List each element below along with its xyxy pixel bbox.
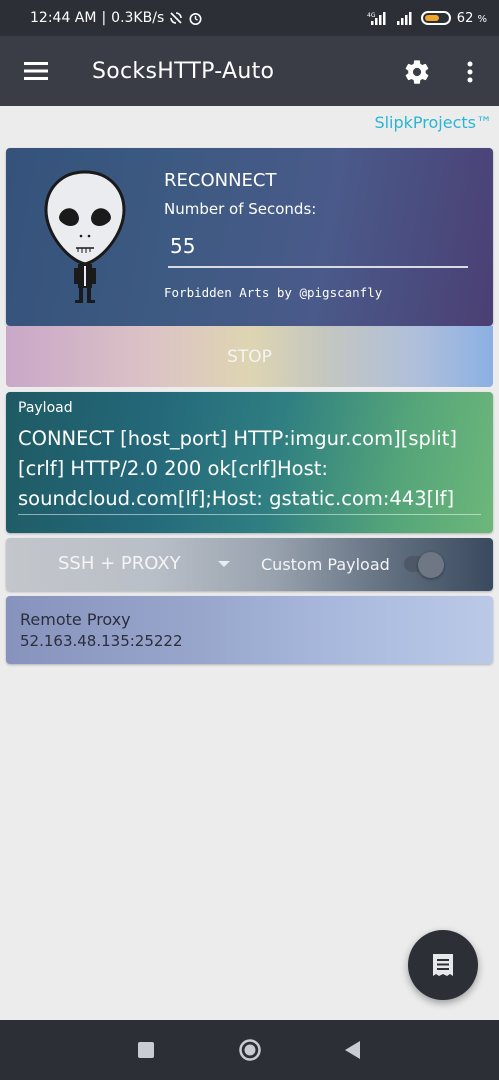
seconds-label: Number of Seconds:	[164, 200, 317, 218]
menu-button[interactable]	[0, 36, 72, 106]
app-bar: SocksHTTP-Auto	[0, 36, 499, 106]
mode-row: SSH + PROXY Custom Payload	[6, 538, 493, 591]
status-separator: |	[101, 10, 107, 26]
circle-icon	[239, 1039, 261, 1061]
more-vert-icon	[467, 61, 473, 83]
battery-percent: 62 %	[456, 10, 487, 26]
credit-text: Forbidden Arts by @pigscanfly	[164, 285, 383, 300]
alien-logo	[44, 170, 126, 303]
reconnect-card: RECONNECT Number of Seconds: 55 Forbidde…	[6, 148, 493, 326]
remote-proxy-label: Remote Proxy	[20, 610, 131, 629]
status-bar: 12:44 AM | 0.3KB/s 4G 62 %	[0, 0, 499, 36]
battery-icon	[420, 11, 451, 25]
status-time: 12:44 AM	[30, 10, 97, 26]
seconds-input[interactable]: 55	[168, 234, 468, 268]
dropdown-caret-icon[interactable]	[218, 561, 230, 567]
reconnect-title: RECONNECT	[164, 170, 277, 191]
more-options-button[interactable]	[456, 53, 484, 91]
back-button[interactable]	[340, 1038, 364, 1062]
custom-payload-label: Custom Payload	[261, 555, 390, 574]
signal-icon	[395, 11, 415, 25]
back-triangle-icon	[345, 1041, 360, 1059]
status-speed: 0.3KB/s	[111, 10, 165, 26]
alarm-icon	[188, 11, 203, 26]
payload-label: Payload	[18, 400, 73, 416]
recents-button[interactable]	[134, 1038, 158, 1062]
custom-payload-toggle-thumb[interactable]	[418, 552, 444, 578]
settings-button[interactable]	[398, 53, 436, 91]
log-icon	[433, 954, 453, 976]
payload-underline	[18, 514, 481, 515]
home-button[interactable]	[238, 1038, 262, 1062]
stop-button[interactable]: STOP	[6, 326, 493, 387]
square-icon	[138, 1042, 154, 1058]
log-fab-button[interactable]	[408, 930, 478, 1000]
remote-proxy-value: 52.163.48.135:25222	[20, 632, 183, 650]
navigation-bar	[0, 1020, 499, 1080]
mode-select[interactable]: SSH + PROXY	[58, 553, 181, 574]
sync-off-icon	[169, 11, 183, 25]
app-title: SocksHTTP-Auto	[92, 58, 275, 84]
remote-proxy-card[interactable]: Remote Proxy 52.163.48.135:25222	[6, 596, 493, 664]
battery-fill	[424, 15, 439, 21]
hamburger-icon	[24, 62, 48, 80]
payload-input[interactable]: CONNECT [host_port] HTTP:imgur.com][spli…	[18, 424, 486, 514]
gear-icon	[405, 60, 429, 84]
payload-card: Payload CONNECT [host_port] HTTP:imgur.c…	[6, 392, 493, 533]
brand-link[interactable]: SlipkProjects™	[374, 113, 492, 132]
signal-4g-icon: 4G	[367, 11, 389, 25]
network-type: 4G	[367, 12, 376, 19]
